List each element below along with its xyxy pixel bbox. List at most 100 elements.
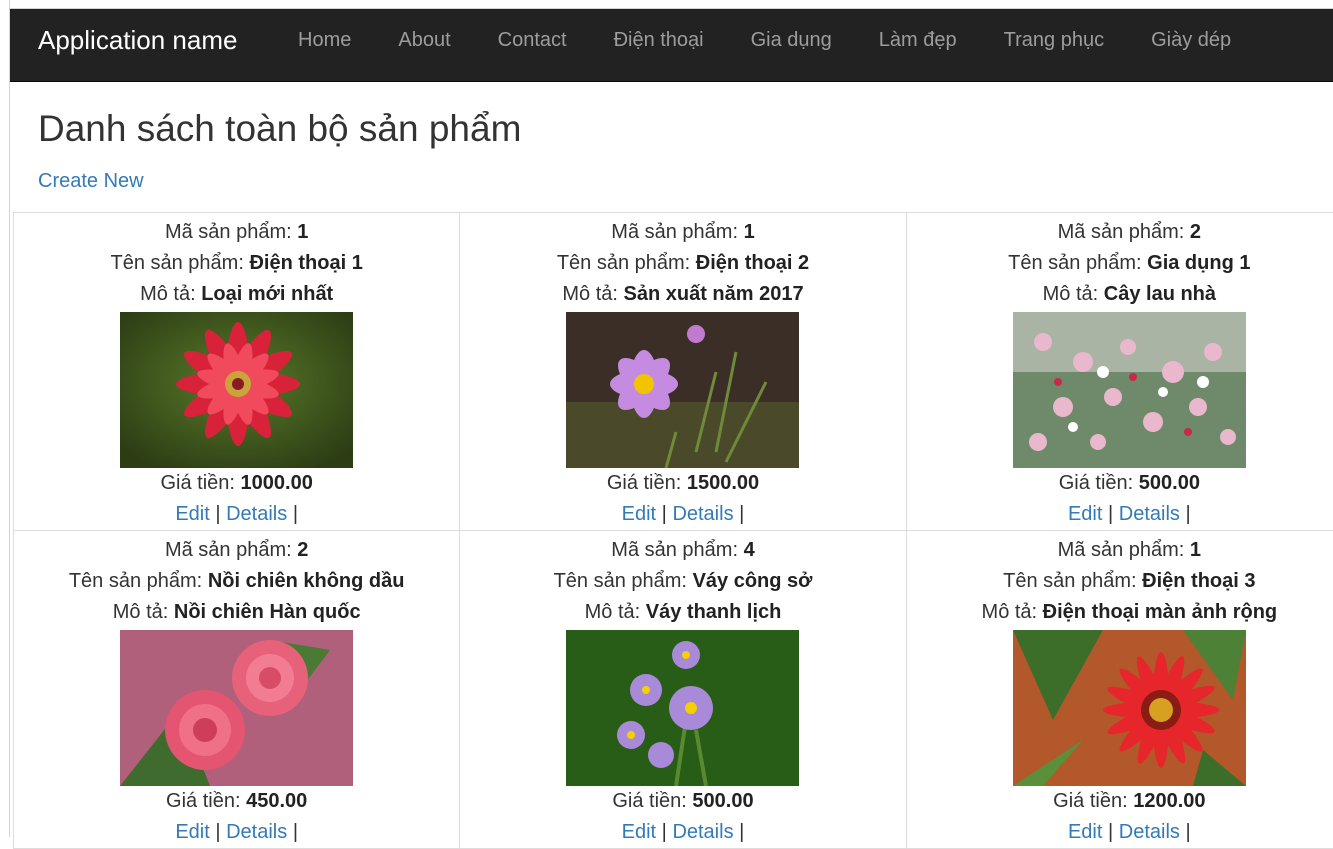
product-desc-label: Mô tả: [140,283,196,305]
product-name-label: Tên sản phẩm: [69,570,202,592]
product-name-line: Tên sản phẩm: Điện thoại 2 [460,248,905,279]
product-code-label: Mã sản phẩm: [611,221,738,243]
product-image-red-dahlia [120,312,353,468]
product-name-label: Tên sản phẩm: [1008,252,1141,274]
product-desc-label: Mô tả: [982,601,1038,623]
create-new-link[interactable]: Create New [38,170,144,193]
product-price-label: Giá tiền: [160,472,234,494]
product-price-label: Giá tiền: [1059,472,1133,494]
window-border-left [9,0,10,837]
product-price-line: Giá tiền: 1200.00 [907,786,1333,817]
nav-item-dien-thoai[interactable]: Điện thoại [614,9,704,71]
details-link[interactable]: Details [1119,821,1180,843]
product-actions: Edit | Details | [14,499,459,530]
product-code: 1 [1190,539,1201,561]
product-card: Mã sản phẩm: 4 Tên sản phẩm: Váy công sở… [460,531,906,849]
product-desc: Cây lau nhà [1104,283,1216,305]
product-code-label: Mã sản phẩm: [611,539,738,561]
product-name-label: Tên sản phẩm: [110,252,243,274]
product-actions: Edit | Details | [907,817,1333,848]
nav-item-gia-dung[interactable]: Gia dụng [751,9,832,71]
product-name: Váy công sở [693,570,813,592]
product-name-label: Tên sản phẩm: [554,570,687,592]
product-actions: Edit | Details | [14,817,459,848]
product-price: 1200.00 [1133,790,1205,812]
product-desc: Loại mới nhất [201,283,333,305]
product-price-line: Giá tiền: 500.00 [907,468,1333,499]
product-code-label: Mã sản phẩm: [1058,539,1185,561]
edit-link[interactable]: Edit [1068,503,1102,525]
product-code: 1 [297,221,308,243]
product-desc-line: Mô tả: Sản xuất năm 2017 [460,279,905,310]
product-grid: Mã sản phẩm: 1 Tên sản phẩm: Điện thoại … [13,212,1333,849]
product-code-line: Mã sản phẩm: 1 [460,217,905,248]
product-price: 1000.00 [241,472,313,494]
product-card: Mã sản phẩm: 1 Tên sản phẩm: Điện thoại … [14,213,460,531]
product-name-label: Tên sản phẩm: [557,252,690,274]
product-price-label: Giá tiền: [607,472,681,494]
product-code: 4 [744,539,755,561]
nav-menu: Home About Contact Điện thoại Gia dụng L… [298,9,1278,71]
product-image-purple-flowers [566,630,799,786]
separator: | [1108,821,1113,843]
product-name-line: Tên sản phẩm: Điện thoại 3 [907,566,1333,597]
details-link[interactable]: Details [1119,503,1180,525]
product-name: Điện thoại 1 [249,252,362,274]
edit-link[interactable]: Edit [175,821,209,843]
product-price-label: Giá tiền: [1053,790,1127,812]
edit-link[interactable]: Edit [622,821,656,843]
details-link[interactable]: Details [672,503,733,525]
product-price-label: Giá tiền: [166,790,240,812]
product-desc-line: Mô tả: Loại mới nhất [14,279,459,310]
product-price: 500.00 [1139,472,1200,494]
product-price-line: Giá tiền: 450.00 [14,786,459,817]
nav-item-about[interactable]: About [398,9,450,71]
product-desc-line: Mô tả: Nồi chiên Hàn quốc [14,597,459,628]
product-code: 2 [1190,221,1201,243]
product-desc-label: Mô tả: [585,601,641,623]
product-name-line: Tên sản phẩm: Nồi chiên không dầu [14,566,459,597]
product-price: 1500.00 [687,472,759,494]
nav-item-trang-phuc[interactable]: Trang phục [1004,9,1104,71]
product-actions: Edit | Details | [460,817,905,848]
product-actions: Edit | Details | [907,499,1333,530]
product-row: Mã sản phẩm: 2 Tên sản phẩm: Nồi chiên k… [14,531,1333,849]
separator: | [1185,503,1190,525]
product-desc: Nồi chiên Hàn quốc [174,601,361,623]
edit-link[interactable]: Edit [1068,821,1102,843]
nav-item-home[interactable]: Home [298,9,351,71]
product-code-line: Mã sản phẩm: 2 [14,535,459,566]
brand-link[interactable]: Application name [38,9,237,71]
product-name-line: Tên sản phẩm: Gia dụng 1 [907,248,1333,279]
product-desc-line: Mô tả: Điện thoại màn ảnh rộng [907,597,1333,628]
product-price-line: Giá tiền: 1000.00 [14,468,459,499]
product-code: 2 [297,539,308,561]
separator: | [215,503,220,525]
product-code-line: Mã sản phẩm: 2 [907,217,1333,248]
details-link[interactable]: Details [226,821,287,843]
product-image-small-flowers [1013,312,1246,468]
product-card: Mã sản phẩm: 1 Tên sản phẩm: Điện thoại … [460,213,906,531]
product-row: Mã sản phẩm: 1 Tên sản phẩm: Điện thoại … [14,213,1333,531]
nav-item-lam-dep[interactable]: Làm đẹp [879,9,957,71]
product-name-label: Tên sản phẩm: [1003,570,1136,592]
product-price: 500.00 [692,790,753,812]
nav-item-giay-dep[interactable]: Giày dép [1151,9,1231,71]
separator: | [739,821,744,843]
product-image-pink-cosmos [566,312,799,468]
product-desc-label: Mô tả: [562,283,618,305]
product-card: Mã sản phẩm: 2 Tên sản phẩm: Nồi chiên k… [14,531,460,849]
product-code-line: Mã sản phẩm: 1 [907,535,1333,566]
separator: | [293,503,298,525]
separator: | [662,821,667,843]
product-name: Nồi chiên không dầu [208,570,405,592]
edit-link[interactable]: Edit [622,503,656,525]
separator: | [739,503,744,525]
details-link[interactable]: Details [672,821,733,843]
details-link[interactable]: Details [226,503,287,525]
product-desc-line: Mô tả: Cây lau nhà [907,279,1333,310]
nav-item-contact[interactable]: Contact [498,9,567,71]
edit-link[interactable]: Edit [175,503,209,525]
product-desc: Váy thanh lịch [646,601,782,623]
product-desc-label: Mô tả: [1043,283,1099,305]
